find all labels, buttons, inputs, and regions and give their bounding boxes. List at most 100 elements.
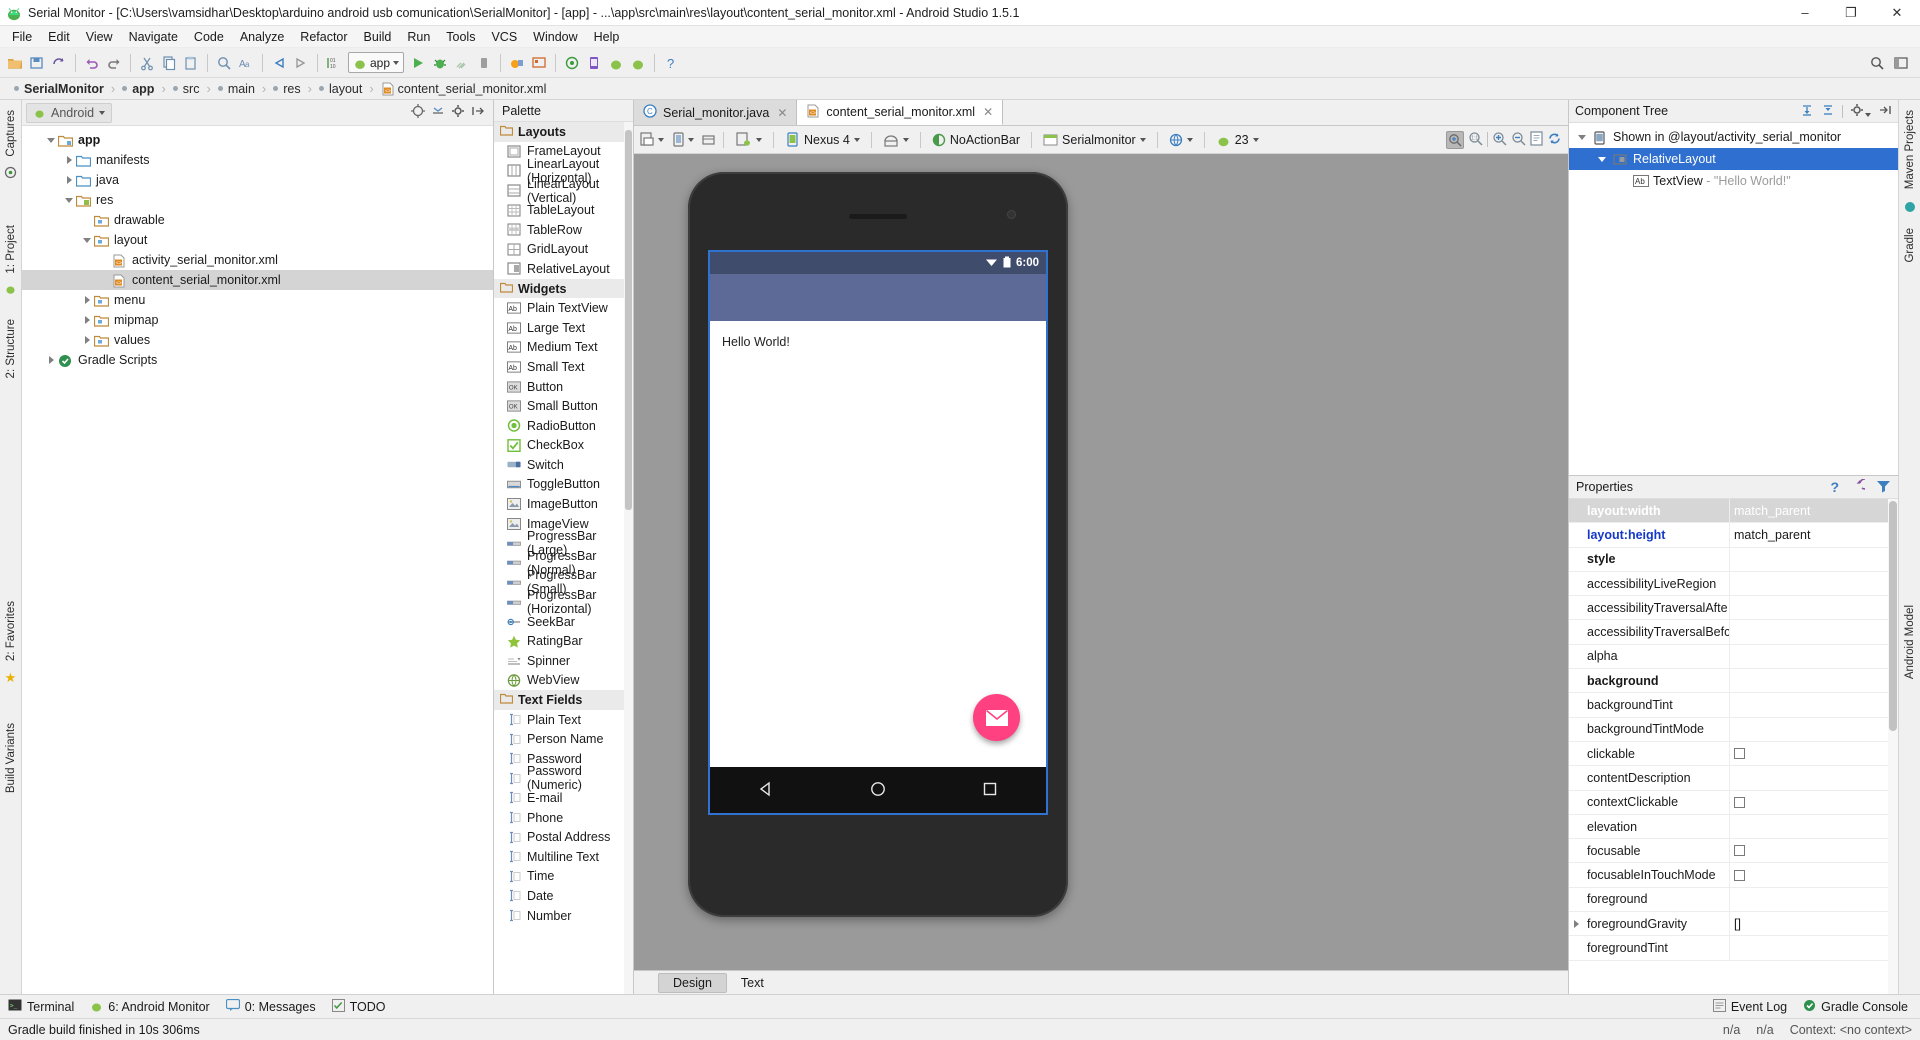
tree-twisty[interactable] xyxy=(44,137,58,143)
refresh-icon[interactable] xyxy=(1547,131,1562,149)
palette-item-button[interactable]: OK Button xyxy=(494,377,633,397)
editor-tab-serial-monitor-java[interactable]: C Serial_monitor.java ✕ xyxy=(634,100,798,125)
property-value-cell[interactable] xyxy=(1729,887,1898,912)
toolwindow-0-messages[interactable]: 0: Messages xyxy=(225,998,316,1014)
toolwindow-todo[interactable]: TODO xyxy=(331,998,385,1015)
project-tree-row[interactable]: <> activity_serial_monitor.xml xyxy=(22,250,493,270)
palette-item-medium-text[interactable]: Ab Medium Text xyxy=(494,338,633,358)
hide-panel-icon[interactable] xyxy=(1878,103,1892,120)
cut-icon[interactable] xyxy=(136,52,158,74)
breadcrumb-item-content-serial-monitor-xml[interactable]: <> content_serial_monitor.xml xyxy=(381,82,546,96)
menu-item-window[interactable]: Window xyxy=(525,28,585,46)
palette-item-plain-text[interactable]: Plain Text xyxy=(494,710,633,730)
help-icon[interactable]: ? xyxy=(1830,479,1839,495)
tree-twisty[interactable] xyxy=(62,197,76,203)
zoom-actual-icon[interactable]: 1:1 xyxy=(1468,131,1483,149)
breadcrumb-item-main[interactable]: main xyxy=(217,82,255,96)
reset-icon[interactable] xyxy=(1850,477,1871,496)
project-tree-row[interactable]: drawable xyxy=(22,210,493,230)
palette-item-small-text[interactable]: Ab Small Text xyxy=(494,357,633,377)
menu-item-edit[interactable]: Edit xyxy=(40,28,78,46)
activity-selector[interactable]: Serialmonitor xyxy=(1039,131,1150,149)
property-value-cell[interactable] xyxy=(1729,547,1898,571)
palette-item-radiobutton[interactable]: RadioButton xyxy=(494,416,633,436)
tree-twisty[interactable] xyxy=(80,296,94,304)
property-checkbox[interactable] xyxy=(1734,748,1745,760)
replace-icon[interactable]: Aa xyxy=(235,52,257,74)
component-tree-row[interactable]: RelativeLayout xyxy=(1569,148,1898,170)
project-tree-row[interactable]: menu xyxy=(22,290,493,310)
menu-item-tools[interactable]: Tools xyxy=(438,28,483,46)
project-tree-row[interactable]: manifests xyxy=(22,150,493,170)
property-row[interactable]: foreground xyxy=(1569,887,1898,913)
property-value-cell[interactable] xyxy=(1729,766,1898,790)
close-button[interactable]: ✕ xyxy=(1874,0,1920,26)
palette-item-checkbox[interactable]: CheckBox xyxy=(494,436,633,456)
component-tree[interactable]: Shown in @layout/activity_serial_monitor… xyxy=(1569,123,1898,475)
device-screen[interactable]: 6:00 Hello World! xyxy=(708,250,1048,815)
palette-item-password-numeric-[interactable]: Password (Numeric) xyxy=(494,764,633,792)
palette-group-widgets[interactable]: Widgets xyxy=(494,278,633,299)
menu-item-analyze[interactable]: Analyze xyxy=(232,28,292,46)
maximize-button[interactable]: ❐ xyxy=(1828,0,1874,26)
project-view-selector[interactable]: Android xyxy=(26,102,113,123)
tree-twisty[interactable] xyxy=(44,356,58,364)
tree-twisty[interactable] xyxy=(80,237,94,243)
breadcrumb-item-layout[interactable]: layout xyxy=(318,82,362,96)
property-row[interactable]: backgroundTint xyxy=(1569,693,1898,718)
menu-item-file[interactable]: File xyxy=(4,28,40,46)
palette-item-gridlayout[interactable]: GridLayout xyxy=(494,240,633,260)
api-selector[interactable]: 23 xyxy=(1212,131,1263,149)
property-row[interactable]: backgroundTintMode xyxy=(1569,717,1898,742)
copy-icon[interactable] xyxy=(158,52,180,74)
property-value[interactable]: match_parent xyxy=(1734,504,1810,518)
tree-twisty[interactable] xyxy=(62,156,76,164)
property-row[interactable]: background xyxy=(1569,669,1898,694)
property-value-cell[interactable]: match_parent xyxy=(1729,523,1898,547)
palette-item-person-name[interactable]: Person Name xyxy=(494,729,633,749)
tool-tab-project[interactable]: 1: Project xyxy=(3,219,19,280)
twisty-expanded-icon[interactable] xyxy=(83,237,91,243)
tool-tab-maven-projects[interactable]: Maven Projects xyxy=(1902,104,1918,195)
device-config-button[interactable] xyxy=(731,130,766,149)
palette-item-tablerow[interactable]: TableRow xyxy=(494,220,633,240)
menu-item-refactor[interactable]: Refactor xyxy=(292,28,355,46)
palette-item-ratingbar[interactable]: RatingBar xyxy=(494,631,633,651)
tool-tab-captures[interactable]: Captures xyxy=(3,104,19,163)
property-value-cell[interactable] xyxy=(1729,596,1898,620)
tool-tab-favorites[interactable]: 2: Favorites xyxy=(3,595,19,667)
toolwindow-6-android-monitor[interactable]: 6: Android Monitor xyxy=(90,999,210,1015)
layout-variants-icon[interactable] xyxy=(640,132,664,147)
palette-item-date[interactable]: Date xyxy=(494,886,633,906)
twisty-collapsed-icon[interactable] xyxy=(84,336,90,344)
hello-world-textview[interactable]: Hello World! xyxy=(722,335,790,349)
twisty-expanded-icon[interactable] xyxy=(65,197,73,203)
toolwindow-terminal[interactable]: >_ Terminal xyxy=(8,999,74,1014)
filter-icon[interactable] xyxy=(1876,479,1891,496)
properties-rows[interactable]: layout:width match_parent layout:height mat… xyxy=(1569,499,1898,961)
property-row[interactable]: accessibilityTraversalBefc xyxy=(1569,620,1898,645)
property-value-cell[interactable] xyxy=(1729,644,1898,669)
menu-item-help[interactable]: Help xyxy=(586,28,628,46)
menu-item-navigate[interactable]: Navigate xyxy=(121,28,186,46)
collapse-all-icon[interactable] xyxy=(1821,103,1835,120)
properties-scrollbar[interactable] xyxy=(1888,499,1898,994)
property-value-cell[interactable] xyxy=(1729,814,1898,839)
toolwindow-gradle-console[interactable]: Gradle Console xyxy=(1803,999,1908,1015)
align-icon[interactable] xyxy=(701,132,716,147)
bottom-tab-text[interactable]: Text xyxy=(727,974,778,992)
device-selector[interactable]: Nexus 4 xyxy=(781,130,864,149)
forward-navigate-icon[interactable] xyxy=(290,52,312,74)
property-row[interactable]: focusableInTouchMode xyxy=(1569,863,1898,888)
property-value-cell[interactable] xyxy=(1729,620,1898,644)
debug-icon[interactable] xyxy=(429,52,451,74)
preview-document-icon[interactable] xyxy=(1530,130,1543,149)
android-monitor-icon[interactable] xyxy=(605,52,627,74)
breadcrumb-item-serialmonitor[interactable]: SerialMonitor xyxy=(14,82,104,96)
palette-item-webview[interactable]: WebView xyxy=(494,671,633,691)
gear-icon[interactable] xyxy=(451,104,465,121)
property-value-cell[interactable]: [] xyxy=(1729,912,1898,936)
zoom-in-icon[interactable] xyxy=(1492,131,1507,149)
avd-icon2[interactable] xyxy=(583,52,605,74)
android-device-icon[interactable] xyxy=(627,52,649,74)
